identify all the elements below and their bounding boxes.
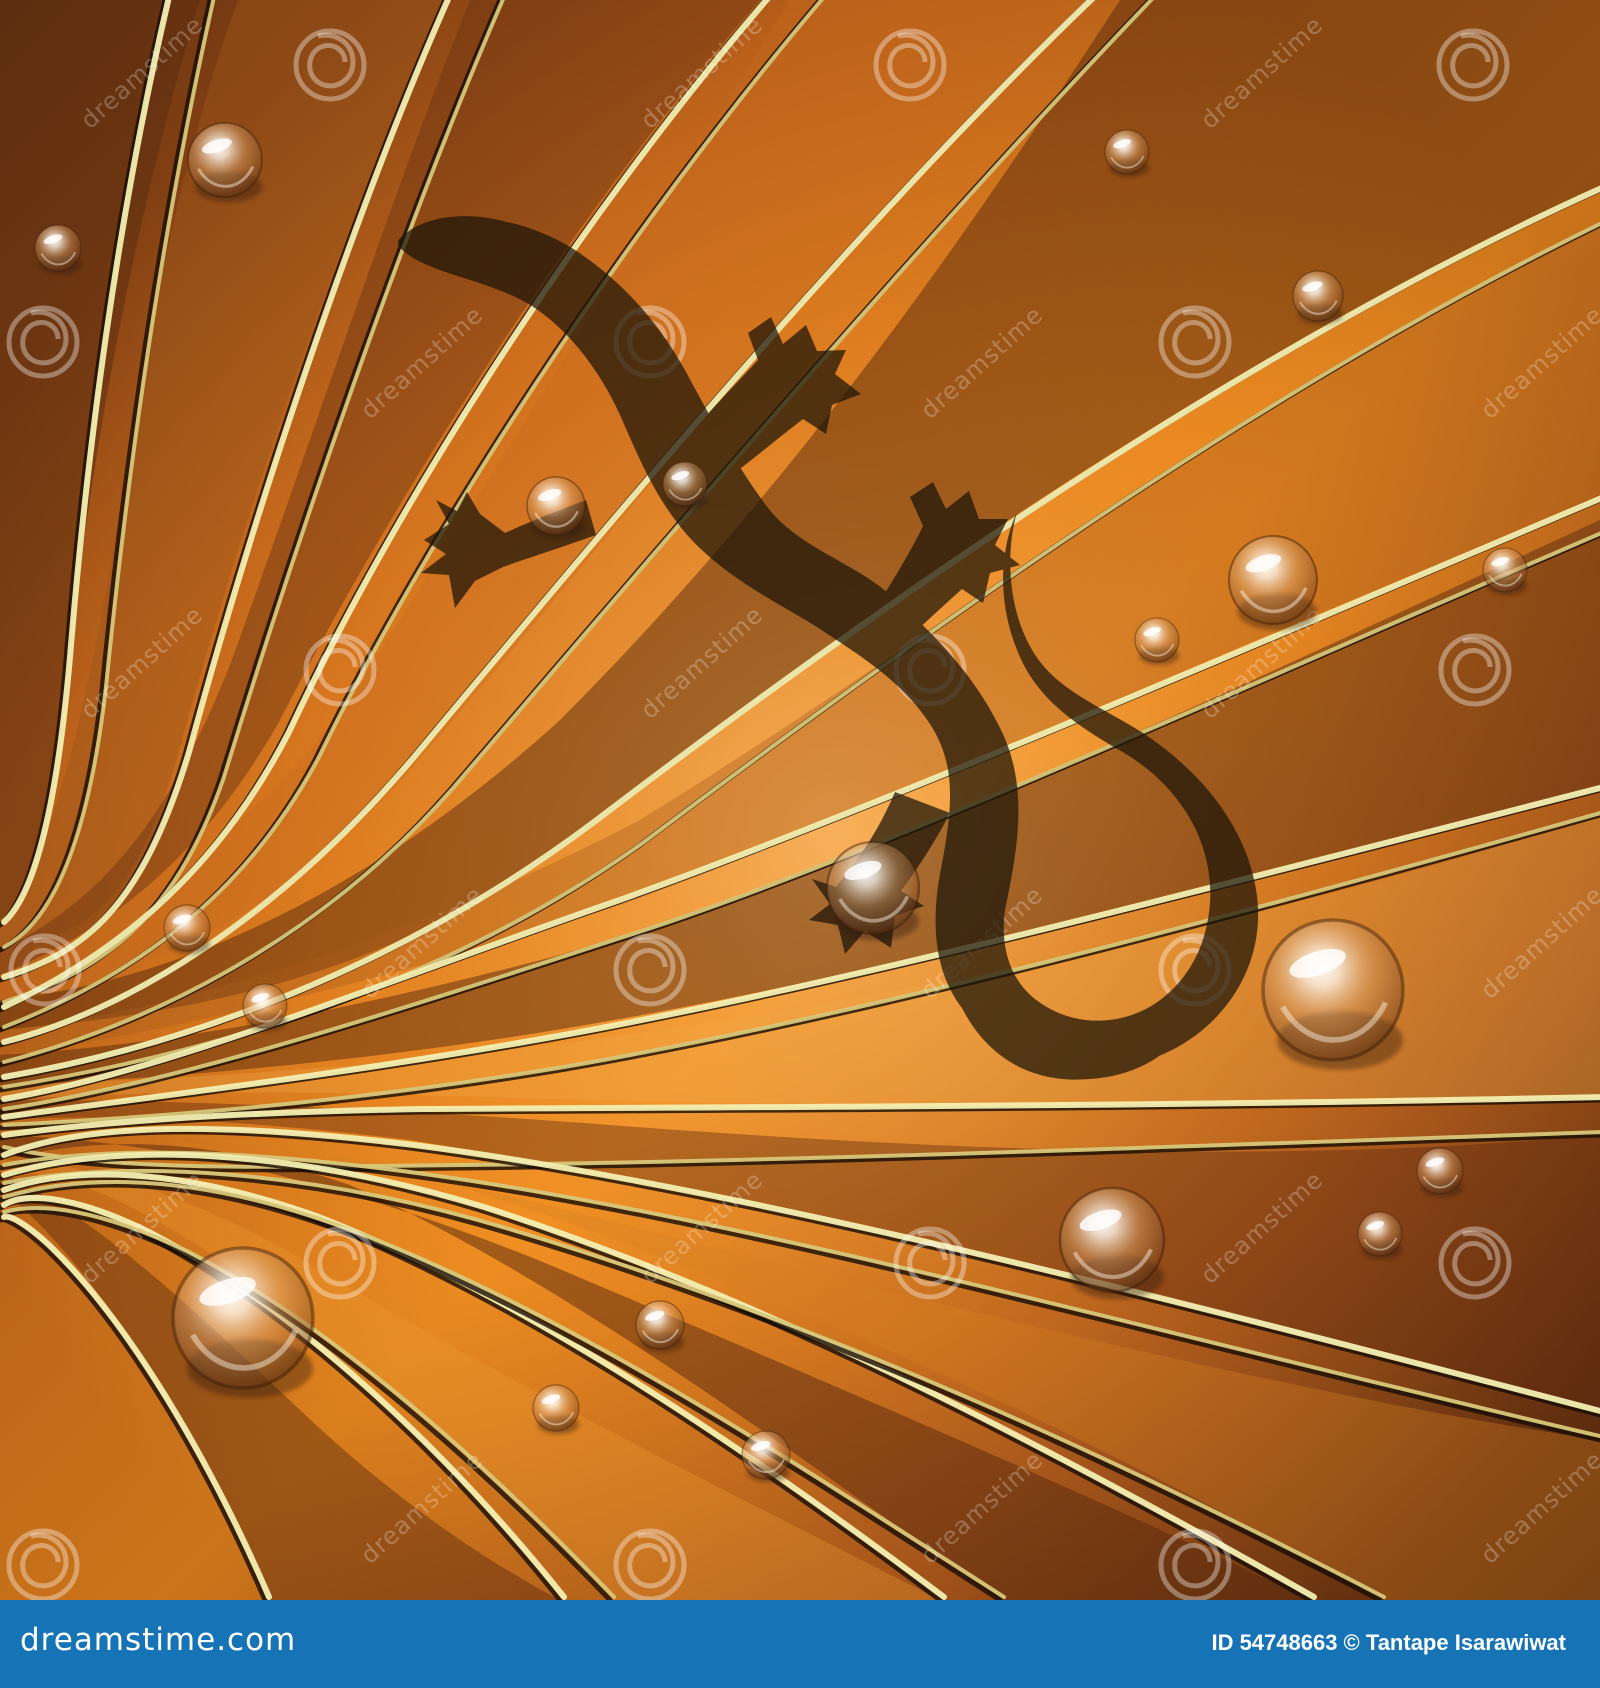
- water-drop: [825, 840, 921, 941]
- water-drop: [1227, 534, 1319, 631]
- water-drop: [1261, 918, 1405, 1070]
- water-drop: [171, 1246, 315, 1398]
- stock-image-page: dreamstime dreamstime dreamstime dreamstime…: [0, 0, 1600, 1688]
- gecko-artwork: dreamstime dreamstime dreamstimedreamstime…: [0, 0, 1600, 1600]
- water-drop: [187, 122, 263, 203]
- water-drop: [163, 904, 211, 955]
- water-drop: [1058, 1186, 1166, 1300]
- water-drop: [662, 461, 708, 510]
- water-drop: [34, 224, 82, 275]
- stock-footer: dreamstime.com ID 54748663 © Tantape Isa…: [0, 1600, 1600, 1688]
- water-drop: [1104, 129, 1150, 178]
- site-name: dreamstime.com: [20, 1622, 297, 1658]
- water-drop: [635, 1300, 685, 1353]
- water-drop: [741, 1430, 791, 1483]
- image-credit: ID 54748663 © Tantape Isarawiwat: [1211, 1630, 1566, 1655]
- water-drop: [1357, 1211, 1403, 1260]
- water-drop: [1134, 617, 1180, 666]
- water-drop: [1416, 1147, 1464, 1198]
- water-drop: [526, 476, 586, 540]
- water-drop: [1292, 270, 1344, 325]
- water-drop: [1482, 547, 1528, 596]
- water-drop: [532, 1384, 580, 1435]
- water-drop: [242, 983, 288, 1032]
